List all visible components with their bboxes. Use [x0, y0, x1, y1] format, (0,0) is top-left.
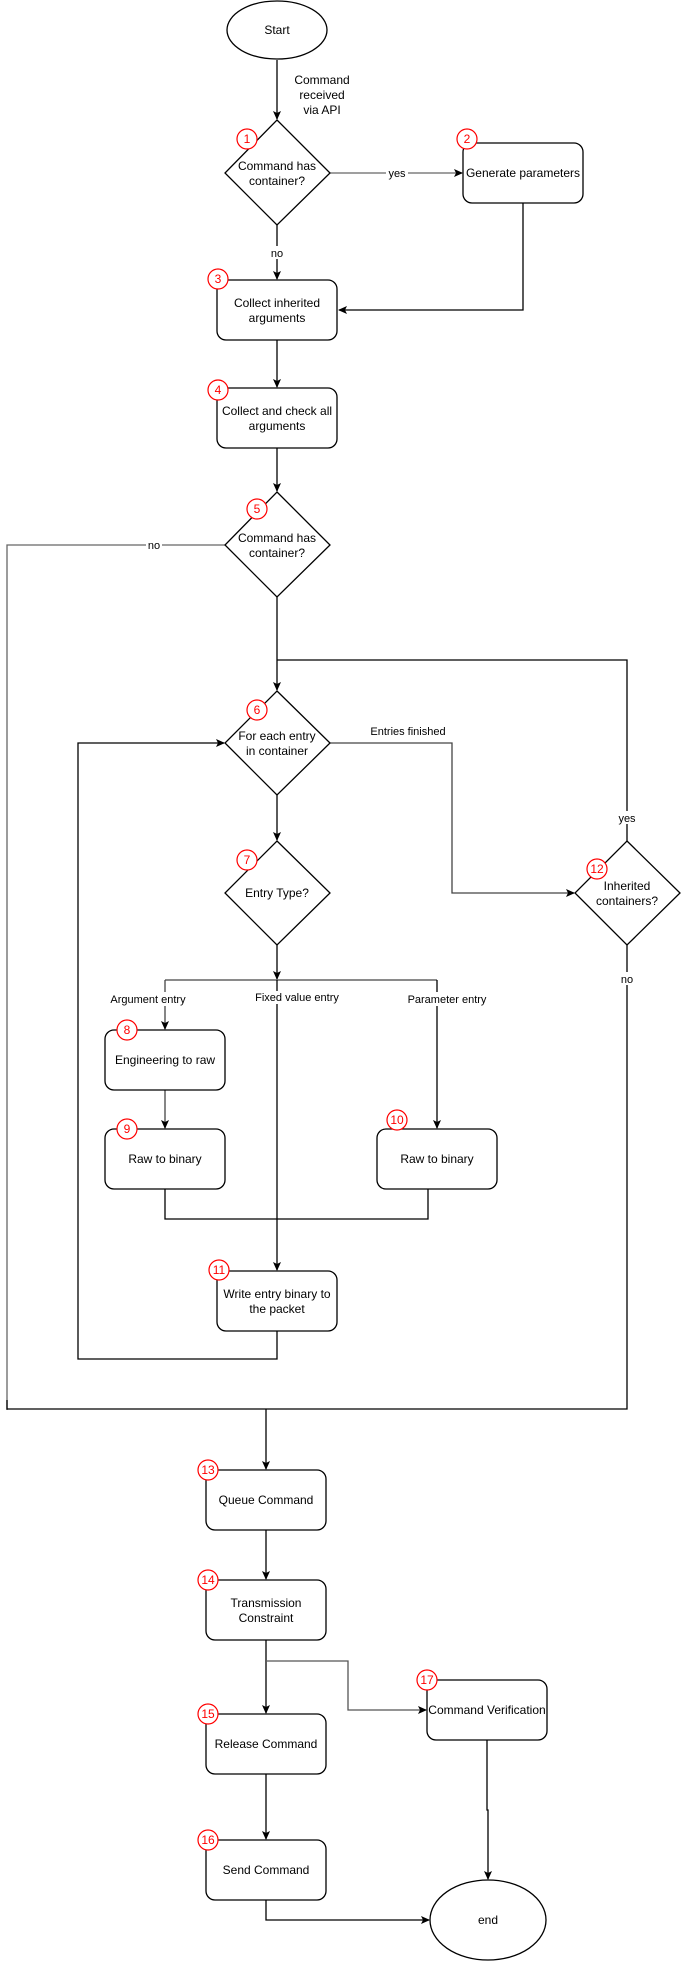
n8-line-1: Engineering to raw — [115, 1053, 215, 1067]
svg-text:5: 5 — [254, 502, 261, 516]
process-n16[interactable]: Send Command — [205, 1839, 327, 1901]
n12-line-1: Inherited — [604, 879, 651, 893]
decision-n5[interactable]: Command has container? — [224, 491, 331, 598]
n9-line-1: Raw to binary — [128, 1152, 201, 1166]
badge-3: 3 — [207, 268, 229, 290]
svg-text:16: 16 — [201, 1833, 215, 1847]
label-n1-yes: yes — [388, 168, 406, 180]
svg-text:4: 4 — [215, 383, 222, 397]
svg-text:14: 14 — [201, 1573, 215, 1587]
edge-n9-join — [164, 1189, 429, 1220]
decision-n6[interactable]: For each entry in container — [224, 690, 331, 796]
decision-n12[interactable]: Inherited containers? — [574, 840, 681, 946]
end-node[interactable]: end — [429, 1879, 547, 1961]
label-entries-finished: Entries finished — [370, 726, 445, 738]
badge-15: 15 — [197, 1703, 219, 1725]
n11-line-2: the packet — [249, 1302, 305, 1316]
badge-16: 16 — [197, 1829, 219, 1851]
n4-line-1: Collect and check all — [222, 404, 332, 418]
edge-n6-n12 — [330, 742, 575, 897]
svg-text:3: 3 — [215, 272, 222, 286]
process-n2[interactable]: Generate parameters — [462, 142, 584, 204]
badge-4: 4 — [207, 379, 229, 401]
process-n11[interactable]: Write entry binary to the packet — [216, 1270, 338, 1332]
n3-line-2: arguments — [249, 311, 306, 325]
label-fixed-value-entry: Fixed value entry — [255, 992, 339, 1004]
start-label: Start — [264, 23, 290, 37]
badge-6: 6 — [246, 699, 268, 721]
label-n1-no: no — [271, 248, 283, 260]
badge-5: 5 — [246, 498, 268, 520]
badge-17: 17 — [416, 1669, 438, 1691]
badge-9: 9 — [116, 1118, 138, 1140]
svg-text:13: 13 — [201, 1463, 215, 1477]
n13-line-1: Queue Command — [219, 1493, 314, 1507]
badge-1: 1 — [236, 128, 258, 150]
svg-text:7: 7 — [244, 853, 251, 867]
process-n13[interactable]: Queue Command — [205, 1469, 327, 1531]
svg-text:1: 1 — [244, 132, 251, 146]
process-n3[interactable]: Collect inherited arguments — [216, 279, 338, 341]
process-n4[interactable]: Collect and check all arguments — [216, 387, 338, 449]
edge-n14-n17 — [267, 1660, 427, 1714]
badge-12: 12 — [586, 858, 608, 880]
n14-line-1: Transmission — [231, 1596, 302, 1610]
label-received-1: Command — [294, 73, 349, 87]
process-n14[interactable]: Transmission Constraint — [205, 1579, 327, 1641]
edge-n16-end — [265, 1900, 430, 1924]
label-argument-entry: Argument entry — [110, 994, 186, 1006]
n10-line-1: Raw to binary — [400, 1152, 473, 1166]
n1-line-2: container? — [249, 174, 305, 188]
n1-line-1: Command has — [238, 159, 316, 173]
n6-line-1: For each entry — [238, 729, 315, 743]
n17-line-1: Command Verification — [428, 1703, 545, 1717]
badge-2: 2 — [456, 128, 478, 150]
badge-8: 8 — [116, 1019, 138, 1041]
badge-14: 14 — [197, 1569, 219, 1591]
n6-line-2: in container — [246, 744, 308, 758]
badge-10: 10 — [386, 1109, 408, 1131]
label-received-2: received — [299, 88, 344, 102]
edge-n5-bottom-left — [6, 945, 628, 1410]
svg-text:2: 2 — [464, 132, 471, 146]
svg-text:15: 15 — [201, 1707, 215, 1721]
n2-line-1: Generate parameters — [466, 166, 580, 180]
label-received-3: via API — [303, 103, 340, 117]
n11-line-1: Write entry binary to — [223, 1287, 330, 1301]
edge-n17-end — [484, 1740, 492, 1880]
badge-11: 11 — [208, 1259, 230, 1281]
n5-line-2: container? — [249, 546, 305, 560]
badge-7: 7 — [236, 849, 258, 871]
svg-text:11: 11 — [213, 1263, 226, 1277]
label-parameter-entry: Parameter entry — [408, 994, 487, 1006]
edge-labels: Command received via API yes no no Entri… — [108, 73, 640, 1006]
n15-line-1: Release Command — [215, 1737, 318, 1751]
svg-text:8: 8 — [124, 1023, 131, 1037]
svg-text:6: 6 — [254, 703, 261, 717]
badge-13: 13 — [197, 1459, 219, 1481]
n7-line-1: Entry Type? — [245, 886, 309, 900]
svg-text:10: 10 — [390, 1113, 404, 1127]
n12-line-2: containers? — [596, 894, 658, 908]
start-node[interactable]: Start — [226, 0, 328, 60]
edge-n5-no — [6, 544, 225, 1410]
svg-text:9: 9 — [124, 1122, 131, 1136]
label-n12-yes: yes — [618, 813, 636, 825]
flowchart-canvas: Command received via API yes no no Entri… — [6, 0, 681, 1961]
edge-n2-n3 — [338, 203, 524, 314]
svg-text:17: 17 — [420, 1673, 434, 1687]
process-n17[interactable]: Command Verification — [426, 1679, 548, 1741]
n5-line-1: Command has — [238, 531, 316, 545]
end-label: end — [478, 1913, 498, 1927]
process-n10[interactable]: Raw to binary — [376, 1128, 498, 1190]
n4-line-2: arguments — [249, 419, 306, 433]
process-n15[interactable]: Release Command — [205, 1713, 327, 1775]
label-n12-no: no — [621, 974, 633, 986]
n14-line-2: Constraint — [239, 1611, 294, 1625]
label-n5-no: no — [148, 540, 160, 552]
n16-line-1: Send Command — [223, 1863, 310, 1877]
n3-line-1: Collect inherited — [234, 296, 320, 310]
svg-text:12: 12 — [590, 862, 604, 876]
